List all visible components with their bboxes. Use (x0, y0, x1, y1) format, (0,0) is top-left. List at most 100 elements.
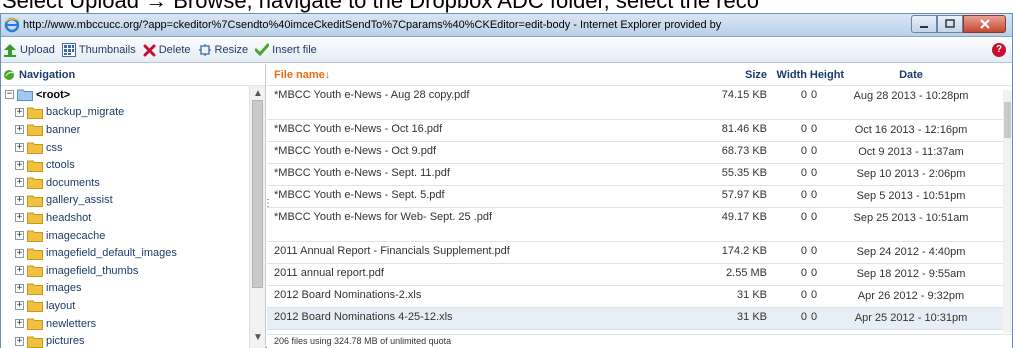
file-width: 0 (800, 145, 807, 157)
collapse-icon[interactable]: − (5, 90, 14, 100)
column-file-name[interactable]: File name↓ (267, 69, 680, 81)
file-width: 0 (800, 289, 807, 301)
tree-folder-label: images (46, 282, 82, 295)
file-width: 0 (800, 167, 807, 179)
tree-folder[interactable]: + backup_migrate (1, 104, 249, 122)
file-list-scrollbar[interactable] (1003, 90, 1012, 333)
tree-folder[interactable]: + banner (1, 121, 249, 139)
upload-icon (4, 44, 16, 57)
folder-open-icon (17, 89, 33, 102)
file-height: 0 (811, 189, 818, 201)
expand-icon[interactable]: + (15, 213, 24, 223)
tree-folder[interactable]: + headshot (1, 209, 249, 227)
column-height[interactable]: Height (807, 69, 847, 81)
column-size[interactable]: Size (680, 69, 767, 81)
file-width: 0 (800, 89, 807, 101)
file-row[interactable]: *MBCC Youth e-News - Sept. 5.pdf 57.97 KB… (267, 186, 1012, 208)
file-row[interactable]: *MBCC Youth e-News - Oct 16.pdf 81.46 KB 0… (267, 120, 1012, 142)
navigation-scroll-thumb[interactable] (252, 100, 263, 288)
file-size: 31 KB (737, 289, 767, 301)
navigation-scrollbar[interactable]: ▲ ▼ (249, 86, 265, 348)
scroll-down-icon[interactable]: ▼ (253, 332, 263, 343)
expand-icon[interactable]: + (15, 248, 24, 258)
column-date[interactable]: Date (847, 69, 975, 81)
expand-icon[interactable]: + (15, 319, 24, 329)
expand-icon[interactable]: + (15, 336, 24, 346)
tree-folder[interactable]: + css (1, 139, 249, 157)
tree-folder[interactable]: + newletters (1, 315, 249, 333)
tree-folder[interactable]: + imagefield_thumbs (1, 262, 249, 280)
tree-folder[interactable]: + pictures (1, 332, 249, 348)
folder-icon (27, 212, 43, 225)
expand-icon[interactable]: + (15, 231, 24, 241)
resize-button[interactable]: Resize (198, 43, 248, 57)
file-height: 0 (811, 211, 818, 223)
folder-icon (27, 318, 43, 331)
tree-folder[interactable]: + gallery_assist (1, 192, 249, 210)
folder-icon (27, 195, 43, 207)
tree-folder[interactable]: + documents (1, 174, 249, 192)
file-row[interactable]: 2011 Annual Report - Financials Suppleme… (267, 242, 1012, 264)
folder-icon (27, 300, 43, 313)
file-height: 0 (811, 267, 818, 279)
expand-icon[interactable]: + (15, 143, 24, 153)
expand-icon[interactable]: + (15, 160, 24, 170)
tree-root[interactable]: − <root> (1, 86, 249, 104)
tree-folder[interactable]: + imagefield_default_images (1, 244, 249, 262)
file-height: 0 (811, 145, 818, 157)
help-icon[interactable]: ? (992, 43, 1006, 57)
file-size: 74.15 KB (721, 89, 767, 101)
folder-icon (27, 177, 43, 190)
file-name: *MBCC Youth e-News - Oct 9.pdf (274, 145, 437, 157)
column-width[interactable]: Width (767, 69, 807, 81)
file-date: Apr 25 2012 - 10:31pm (854, 312, 968, 324)
navigation-panel: Navigation − <root> + backup_migrate + bann… (1, 64, 266, 348)
window-controls (911, 15, 1006, 34)
close-button[interactable] (963, 15, 1006, 33)
file-row[interactable]: *MBCC Youth e-News - Oct 9.pdf 68.73 KB 0 0… (267, 142, 1012, 164)
tree-folder-label: headshot (46, 211, 92, 224)
file-row[interactable]: *MBCC Youth e-News - Aug 28 copy.pdf 74.1… (267, 86, 1012, 120)
file-height: 0 (811, 123, 818, 135)
upload-button[interactable]: Upload (3, 43, 55, 57)
file-name: 2011 Annual Report - Financials Suppleme… (274, 245, 510, 257)
file-height: 0 (811, 245, 818, 257)
file-width: 0 (800, 311, 807, 323)
delete-button[interactable]: Delete (143, 44, 191, 57)
file-name: *MBCC Youth e-News for Web- Sept. 25 .pd… (274, 211, 493, 223)
folder-icon (27, 124, 43, 137)
file-row[interactable]: 2012 Board Nominations-2.xls 31 KB 0 0 Apr 2… (267, 286, 1012, 308)
tree-folder[interactable]: + imagecache (1, 227, 249, 245)
tree-root-label: <root> (36, 88, 71, 101)
maximize-button[interactable] (937, 15, 963, 33)
tree-folder-label: imagefield_default_images (46, 247, 177, 260)
file-width: 0 (800, 245, 807, 257)
file-size: 49.17 KB (721, 211, 767, 223)
file-row[interactable]: 2012 Board Nominations 4-25-12.xls 31 KB 0… (267, 308, 1012, 330)
expand-icon[interactable]: + (15, 125, 24, 135)
file-height: 0 (811, 89, 818, 101)
minimize-icon (920, 26, 928, 28)
file-date: Sep 25 2013 - 10:51am (853, 212, 969, 224)
tree-folder[interactable]: + images (1, 280, 249, 298)
thumbnails-button[interactable]: Thumbnails (61, 43, 136, 57)
file-size: 174.2 KB (721, 245, 767, 257)
file-date: Sep 10 2013 - 2:06pm (856, 168, 966, 180)
expand-icon[interactable]: + (15, 107, 24, 117)
file-list-scroll-thumb[interactable] (1004, 102, 1011, 138)
tree-folder-label: backup_migrate (46, 106, 125, 119)
expand-icon[interactable]: + (15, 195, 24, 205)
minimize-button[interactable] (911, 15, 937, 33)
file-row[interactable]: *MBCC Youth e-News for Web- Sept. 25 .pd… (267, 208, 1012, 242)
expand-icon[interactable]: + (15, 178, 24, 188)
expand-icon[interactable]: + (15, 283, 24, 293)
scroll-up-icon[interactable]: ▲ (253, 88, 263, 99)
file-name: *MBCC Youth e-News - Sept. 5.pdf (274, 189, 445, 201)
file-row[interactable]: 2011 annual report.pdf 2.55 MB 0 0 Sep 18 20… (267, 264, 1012, 286)
expand-icon[interactable]: + (15, 301, 24, 311)
tree-folder[interactable]: + ctools (1, 156, 249, 174)
insert-file-button[interactable]: Insert file (255, 43, 317, 57)
expand-icon[interactable]: + (15, 266, 24, 276)
tree-folder[interactable]: + layout (1, 297, 249, 315)
file-row[interactable]: *MBCC Youth e-News - Sept. 11.pdf 55.35 K… (267, 164, 1012, 186)
